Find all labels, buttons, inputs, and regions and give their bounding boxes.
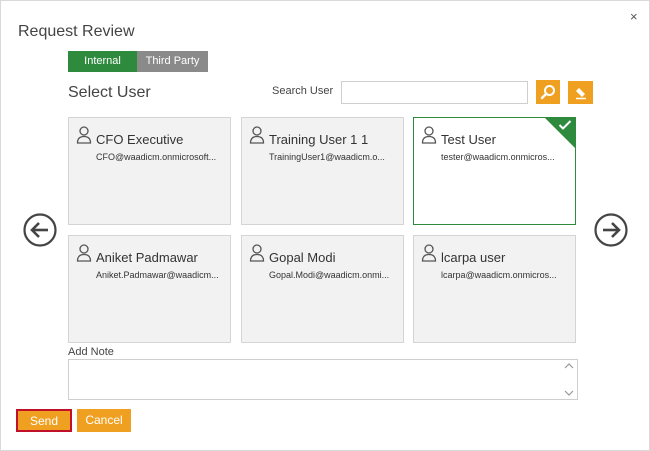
request-review-dialog: Request Review × Internal Third Party Se… [0, 0, 650, 451]
user-name: lcarpa user [441, 250, 506, 265]
note-scrollbar[interactable] [563, 361, 575, 398]
user-name: Test User [441, 132, 496, 147]
previous-page-button[interactable] [23, 213, 57, 247]
next-page-button[interactable] [594, 213, 628, 247]
user-icon [76, 244, 92, 262]
select-user-heading: Select User [68, 84, 151, 101]
user-icon [249, 126, 265, 144]
user-name: Training User 1 1 [269, 132, 369, 147]
user-card-cfo-executive[interactable]: CFO Executive CFO@waadicm.onmicrosoft... [68, 117, 231, 225]
dialog-title: Request Review [18, 23, 135, 40]
send-button[interactable]: Send [16, 409, 72, 432]
search-user-label: Search User [272, 85, 334, 97]
eraser-icon [575, 87, 586, 99]
user-email: Gopal.Modi@waadicm.onmi... [269, 270, 390, 280]
search-button[interactable] [536, 80, 560, 104]
user-icon [421, 126, 437, 144]
tab-third-party[interactable]: Third Party [137, 51, 208, 72]
user-email: Aniket.Padmawar@waadicm... [96, 270, 219, 280]
search-icon [540, 85, 555, 100]
user-card-aniket-padmawar[interactable]: Aniket Padmawar Aniket.Padmawar@waadicm.… [68, 235, 231, 343]
user-icon [249, 244, 265, 262]
add-note-textarea[interactable] [68, 359, 578, 400]
clear-search-button[interactable] [568, 81, 593, 104]
user-type-tabs: Internal Third Party [68, 51, 208, 72]
user-email: lcarpa@waadicm.onmicros... [441, 270, 557, 280]
user-card-gopal-modi[interactable]: Gopal Modi Gopal.Modi@waadicm.onmi... [241, 235, 404, 343]
user-card-test-user[interactable]: Test User tester@waadicm.onmicros... [413, 117, 576, 225]
user-name: Gopal Modi [269, 250, 336, 265]
arrow-left-icon [23, 213, 57, 247]
user-email: CFO@waadicm.onmicrosoft... [96, 152, 217, 162]
checkmark-icon [558, 120, 572, 130]
user-card-training-user[interactable]: Training User 1 1 TrainingUser1@waadicm.… [241, 117, 404, 225]
add-note-label: Add Note [68, 346, 114, 358]
close-icon[interactable]: × [630, 10, 638, 24]
tab-internal[interactable]: Internal [68, 51, 137, 72]
user-email: TrainingUser1@waadicm.o... [269, 152, 385, 162]
user-icon [421, 244, 437, 262]
user-card-lcarpa-user[interactable]: lcarpa user lcarpa@waadicm.onmicros... [413, 235, 576, 343]
user-name: Aniket Padmawar [96, 250, 198, 265]
user-icon [76, 126, 92, 144]
arrow-right-icon [594, 213, 628, 247]
user-email: tester@waadicm.onmicros... [441, 152, 555, 162]
search-user-input[interactable] [341, 81, 528, 104]
user-name: CFO Executive [96, 132, 184, 147]
cancel-button[interactable]: Cancel [77, 409, 131, 432]
